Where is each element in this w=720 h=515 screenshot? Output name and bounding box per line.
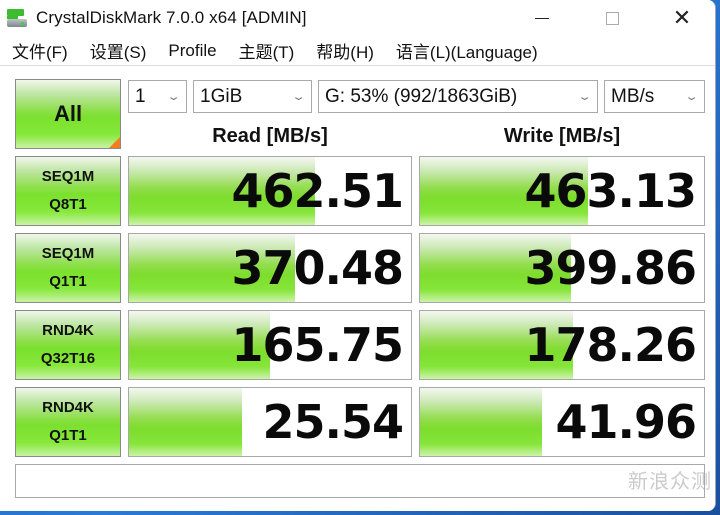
menu-settings[interactable]: 设置(S) — [90, 38, 147, 63]
read-result: 370.48 — [128, 233, 412, 303]
test-name-line1: RND4K — [42, 322, 94, 339]
read-value: 462.51 — [231, 164, 404, 218]
chevron-down-icon: ⌄ — [291, 91, 306, 103]
app-icon — [6, 7, 28, 29]
test-size-select[interactable]: 1GiB ⌄ — [193, 80, 312, 113]
comment-input[interactable] — [15, 464, 705, 498]
write-value: 399.86 — [524, 241, 697, 295]
menu-profile[interactable]: Profile — [168, 41, 216, 61]
drive-select[interactable]: G: 53% (992/1863GiB) ⌄ — [318, 80, 598, 113]
close-button[interactable]: ✕ — [652, 0, 712, 36]
test-button-rnd4k-q1t1[interactable]: RND4K Q1T1 — [15, 387, 121, 457]
write-value: 178.26 — [524, 318, 697, 372]
test-name-line1: SEQ1M — [41, 168, 95, 185]
title-bar[interactable]: CrystalDiskMark 7.0.0 x64 [ADMIN] ✕ — [0, 0, 715, 36]
test-count-select[interactable]: 1 ⌄ — [128, 80, 187, 113]
test-name-line1: SEQ1M — [41, 245, 95, 262]
write-column-header: Write [MB/s] — [503, 125, 621, 147]
maximize-icon — [605, 11, 619, 25]
main-panel: All 1 ⌄ 1GiB ⌄ G: 53% (992/1863GiB) ⌄ MB… — [0, 67, 715, 511]
all-button-label: All — [53, 101, 83, 126]
test-name-line1: RND4K — [42, 399, 94, 416]
read-progress-bar — [129, 388, 242, 456]
menu-theme[interactable]: 主题(T) — [239, 38, 295, 63]
test-button-rnd4k-q32t16[interactable]: RND4K Q32T16 — [15, 310, 121, 380]
test-name-line2: Q1T1 — [49, 427, 87, 444]
watermark-text: 新浪众测 — [628, 471, 712, 493]
chevron-down-icon: ⌄ — [577, 91, 592, 103]
test-button-seq1m-q8t1[interactable]: SEQ1M Q8T1 — [15, 156, 121, 226]
menu-language[interactable]: 语言(L)(Language) — [396, 38, 538, 63]
app-window: CrystalDiskMark 7.0.0 x64 [ADMIN] ✕ 文件(F… — [0, 0, 716, 511]
menu-bar: 文件(F) 设置(S) Profile 主题(T) 帮助(H) 语言(L)(La… — [0, 36, 715, 66]
menu-help[interactable]: 帮助(H) — [316, 38, 374, 63]
read-value: 370.48 — [231, 241, 404, 295]
read-result: 462.51 — [128, 156, 412, 226]
minimize-button[interactable] — [512, 0, 572, 36]
read-value: 25.54 — [262, 395, 404, 449]
write-progress-bar — [420, 388, 543, 456]
write-value: 41.96 — [555, 395, 697, 449]
write-value: 463.13 — [524, 164, 697, 218]
read-result: 165.75 — [128, 310, 412, 380]
minimize-icon — [535, 17, 549, 19]
test-name-line2: Q8T1 — [49, 196, 87, 213]
test-name-line2: Q32T16 — [40, 350, 96, 367]
unit-value: MB/s — [611, 85, 655, 107]
test-size-value: 1GiB — [200, 85, 243, 107]
chevron-down-icon: ⌄ — [684, 91, 699, 103]
corner-indicator-icon — [109, 137, 120, 148]
close-icon: ✕ — [672, 5, 692, 30]
read-value: 165.75 — [231, 318, 404, 372]
write-result: 463.13 — [419, 156, 705, 226]
write-result: 399.86 — [419, 233, 705, 303]
maximize-button[interactable] — [582, 0, 642, 36]
write-result: 41.96 — [419, 387, 705, 457]
test-button-seq1m-q1t1[interactable]: SEQ1M Q1T1 — [15, 233, 121, 303]
test-count-value: 1 — [135, 85, 146, 107]
write-result: 178.26 — [419, 310, 705, 380]
window-title: CrystalDiskMark 7.0.0 x64 [ADMIN] — [36, 8, 307, 27]
drive-value: G: 53% (992/1863GiB) — [325, 85, 518, 107]
read-column-header: Read [MB/s] — [212, 125, 328, 147]
menu-file[interactable]: 文件(F) — [12, 38, 68, 63]
all-button[interactable]: All — [15, 79, 121, 149]
read-result: 25.54 — [128, 387, 412, 457]
unit-select[interactable]: MB/s ⌄ — [604, 80, 705, 113]
chevron-down-icon: ⌄ — [166, 91, 181, 103]
test-name-line2: Q1T1 — [49, 273, 87, 290]
